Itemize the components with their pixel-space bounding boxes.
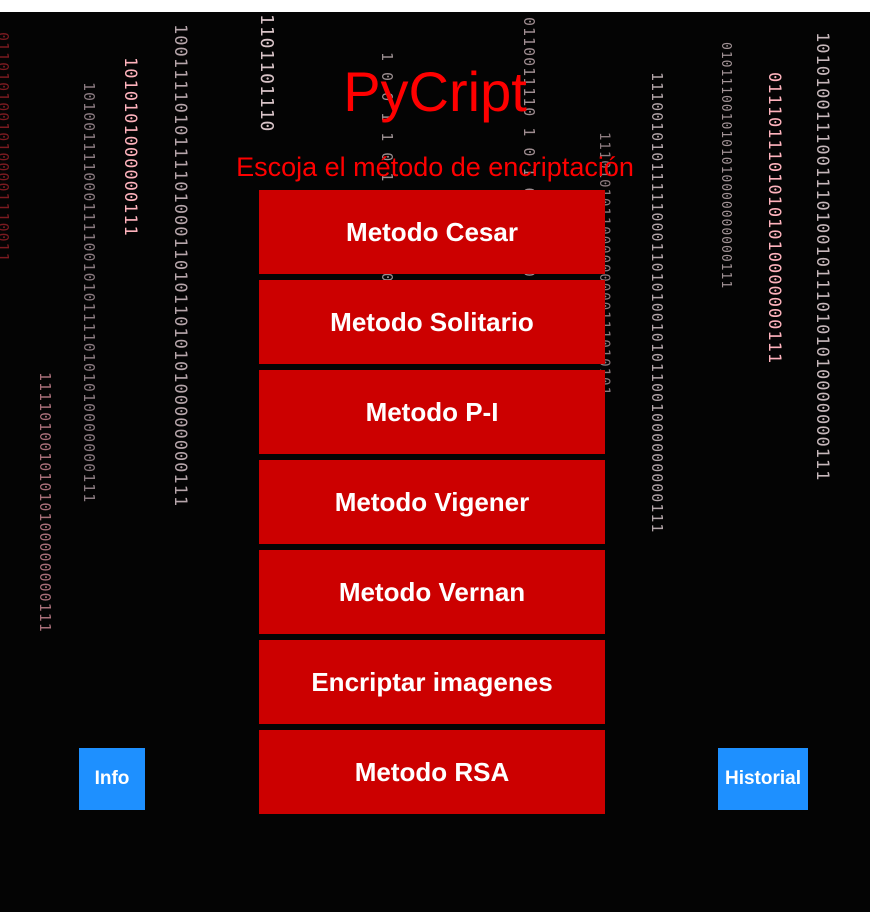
metodo-solitario-button[interactable]: Metodo Solitario bbox=[259, 280, 605, 364]
metodo-vernan-button[interactable]: Metodo Vernan bbox=[259, 550, 605, 634]
metodo-p-i-button[interactable]: Metodo P-I bbox=[259, 370, 605, 454]
window-edge bbox=[870, 0, 879, 912]
binary-column: 1010011110001111001010111101010100000001… bbox=[80, 82, 98, 504]
app-window: 01101010010100001110011 1111010010101010… bbox=[0, 12, 870, 912]
encriptar-imagenes-button[interactable]: Encriptar imagenes bbox=[259, 640, 605, 724]
binary-column: 11110100101010100000000111 bbox=[36, 372, 54, 633]
info-button[interactable]: Info bbox=[79, 748, 145, 810]
historial-button[interactable]: Historial bbox=[718, 748, 808, 810]
metodo-rsa-button[interactable]: Metodo RSA bbox=[259, 730, 605, 814]
binary-column: 1110010101111100011010100101011001000000… bbox=[648, 72, 666, 534]
metodo-vigener-button[interactable]: Metodo Vigener bbox=[259, 460, 605, 544]
page-subtitle: Escoja el método de encriptación bbox=[236, 152, 634, 182]
metodo-cesar-button[interactable]: Metodo Cesar bbox=[259, 190, 605, 274]
method-list: Metodo Cesar Metodo Solitario Metodo P-I… bbox=[259, 190, 605, 820]
app-title: PyCript bbox=[343, 60, 527, 123]
